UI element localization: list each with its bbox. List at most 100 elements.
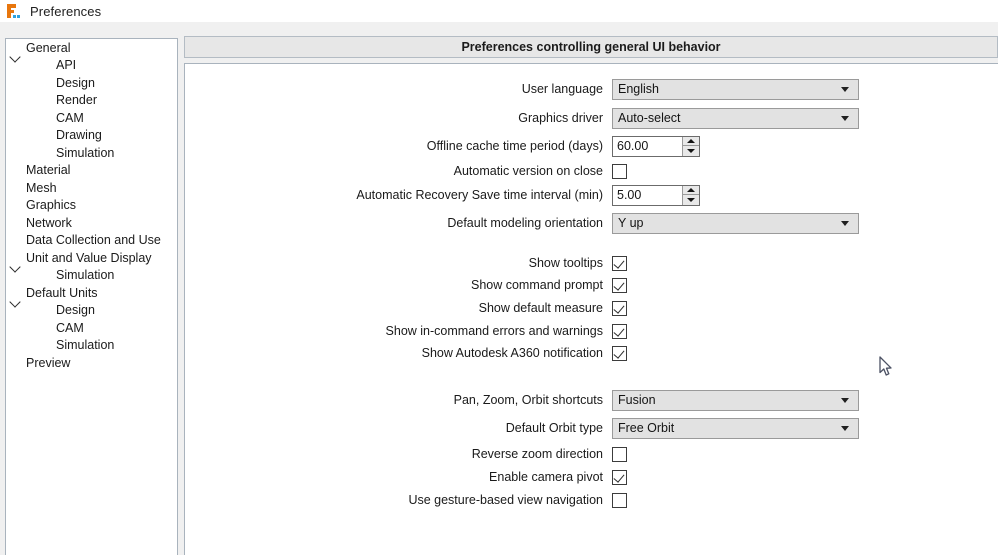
sidebar-item-graphics[interactable]: Graphics [6, 197, 177, 215]
sidebar-item-label: Render [56, 93, 97, 108]
form-row-default-modeling-orientation: Default modeling orientation Y up [185, 212, 859, 234]
dropdown-default-orbit-type[interactable]: Free Orbit [612, 417, 859, 439]
form-row-offline-cache-period: Offline cache time period (days) 60.00 [185, 135, 700, 157]
label-show-command-prompt: Show command prompt [470, 277, 603, 292]
form-row-show-command-prompt: Show command prompt [185, 274, 627, 296]
label-gesture-based-navigation: Use gesture-based view navigation [408, 492, 603, 507]
spinner-offline-cache-period[interactable]: 60.00 [612, 135, 700, 157]
label-show-default-measure: Show default measure [478, 300, 603, 315]
checkbox-show-a360-notification[interactable] [612, 345, 627, 361]
sidebar-item-design[interactable]: Design [6, 74, 177, 92]
dropdown-value-default-modeling-orientation: Y up [618, 216, 644, 230]
checkbox-gesture-based-navigation[interactable] [612, 492, 627, 508]
sidebar-item-label: Drawing [56, 128, 102, 143]
sidebar-item-cam[interactable]: CAM [6, 109, 177, 127]
spinner-auto-recovery-save[interactable]: 5.00 [612, 184, 700, 206]
sidebar-item-drawing[interactable]: Drawing [6, 127, 177, 145]
checkbox-reverse-zoom-direction[interactable] [612, 446, 627, 462]
label-offline-cache-period: Offline cache time period (days) [426, 138, 603, 153]
spinner-buttons [682, 136, 699, 156]
dropdown-default-modeling-orientation[interactable]: Y up [612, 212, 859, 234]
dropdown-graphics-driver[interactable]: Auto-select [612, 107, 859, 129]
dropdown-pan-zoom-orbit-shortcuts[interactable]: Fusion [612, 389, 859, 411]
dropdown-value-default-orbit-type: Free Orbit [618, 421, 675, 435]
spinner-decrement-icon[interactable] [683, 195, 699, 205]
sidebar-item-label: Default Units [26, 285, 98, 300]
form-row-auto-version-on-close: Automatic version on close [185, 160, 627, 182]
sidebar-item-label: Design [56, 303, 95, 318]
checkbox-show-command-prompt[interactable] [612, 277, 627, 293]
sidebar-item-label: Preview [26, 355, 71, 370]
sidebar-item-label: Unit and Value Display [26, 250, 152, 265]
checkbox-show-default-measure[interactable] [612, 300, 627, 316]
chevron-down-icon[interactable] [841, 115, 849, 121]
spinner-decrement-icon[interactable] [683, 146, 699, 156]
sidebar-item-unit-and-value-display[interactable]: Unit and Value Display [6, 249, 177, 267]
label-user-language: User language [521, 81, 603, 96]
preferences-category-tree[interactable]: General API Design Render CAM Drawing Simulati… [5, 38, 178, 555]
sidebar-item-api[interactable]: API [6, 57, 177, 75]
checkbox-auto-version-on-close[interactable] [612, 163, 627, 179]
spinner-value-offline-cache-period[interactable]: 60.00 [613, 137, 682, 156]
preferences-form-panel: User language English Graphics driver Auto-… [184, 63, 998, 555]
form-row-gesture-based-navigation: Use gesture-based view navigation [185, 489, 627, 511]
sidebar-item-label: API [56, 58, 77, 73]
checkbox-show-tooltips[interactable] [612, 255, 627, 271]
sidebar-item-design[interactable]: Design [6, 302, 177, 320]
label-auto-recovery-save: Automatic Recovery Save time interval (m… [356, 187, 603, 202]
sidebar-item-mesh[interactable]: Mesh [6, 179, 177, 197]
sidebar-item-material[interactable]: Material [6, 162, 177, 180]
sidebar-item-default-units[interactable]: Default Units [6, 284, 177, 302]
sidebar-item-simulation[interactable]: Simulation [6, 337, 177, 355]
form-row-show-tooltips: Show tooltips [185, 252, 627, 274]
dropdown-value-user-language: English [618, 82, 659, 96]
section-header-bar: Preferences controlling general UI behav… [184, 36, 998, 58]
sidebar-item-network[interactable]: Network [6, 214, 177, 232]
preferences-right-pane: Preferences controlling general UI behav… [184, 36, 998, 555]
sidebar-item-preview[interactable]: Preview [6, 354, 177, 372]
spinner-increment-icon[interactable] [683, 186, 699, 195]
label-graphics-driver: Graphics driver [518, 110, 603, 125]
sidebar-item-label: Network [26, 215, 72, 230]
fusion-logo-icon [6, 3, 22, 19]
label-auto-version-on-close: Automatic version on close [453, 163, 603, 178]
form-row-reverse-zoom-direction: Reverse zoom direction [185, 443, 627, 465]
form-row-user-language: User language English [185, 78, 859, 100]
label-show-tooltips: Show tooltips [528, 255, 603, 270]
sidebar-item-simulation[interactable]: Simulation [6, 144, 177, 162]
sidebar-item-render[interactable]: Render [6, 92, 177, 110]
spinner-increment-icon[interactable] [683, 137, 699, 146]
section-header-title: Preferences controlling general UI behav… [461, 40, 721, 54]
label-default-orbit-type: Default Orbit type [505, 420, 603, 435]
chevron-down-icon[interactable] [841, 86, 849, 92]
form-row-auto-recovery-save: Automatic Recovery Save time interval (m… [185, 184, 700, 206]
checkbox-enable-camera-pivot[interactable] [612, 469, 627, 485]
sidebar-item-cam[interactable]: CAM [6, 319, 177, 337]
chevron-down-icon[interactable] [841, 425, 849, 431]
sidebar-item-general[interactable]: General [6, 39, 177, 57]
spinner-buttons [682, 185, 699, 205]
chevron-down-icon[interactable] [841, 220, 849, 226]
form-row-graphics-driver: Graphics driver Auto-select [185, 107, 859, 129]
checkbox-show-in-command-errors[interactable] [612, 323, 627, 339]
label-reverse-zoom-direction: Reverse zoom direction [471, 446, 603, 461]
sidebar-item-label: Simulation [56, 145, 115, 160]
window-body: General API Design Render CAM Drawing Simulati… [0, 22, 998, 555]
sidebar-item-label: Mesh [26, 180, 57, 195]
sidebar-item-label: CAM [56, 320, 84, 335]
form-row-pan-zoom-orbit-shortcuts: Pan, Zoom, Orbit shortcuts Fusion [185, 389, 859, 411]
sidebar-item-label: General [26, 40, 71, 55]
sidebar-item-data-collection-and-use[interactable]: Data Collection and Use [6, 232, 177, 250]
dropdown-value-graphics-driver: Auto-select [618, 111, 681, 125]
window-title: Preferences [30, 3, 102, 19]
dropdown-user-language[interactable]: English [612, 78, 859, 100]
form-row-show-in-command-errors: Show in-command errors and warnings [185, 320, 627, 342]
sidebar-item-simulation[interactable]: Simulation [6, 267, 177, 285]
chevron-down-icon[interactable] [841, 397, 849, 403]
sidebar-item-label: Simulation [56, 338, 115, 353]
spinner-value-auto-recovery-save[interactable]: 5.00 [613, 186, 682, 205]
form-row-default-orbit-type: Default Orbit type Free Orbit [185, 417, 859, 439]
form-row-enable-camera-pivot: Enable camera pivot [185, 466, 627, 488]
form-row-show-default-measure: Show default measure [185, 297, 627, 319]
sidebar-item-label: Graphics [26, 198, 77, 213]
